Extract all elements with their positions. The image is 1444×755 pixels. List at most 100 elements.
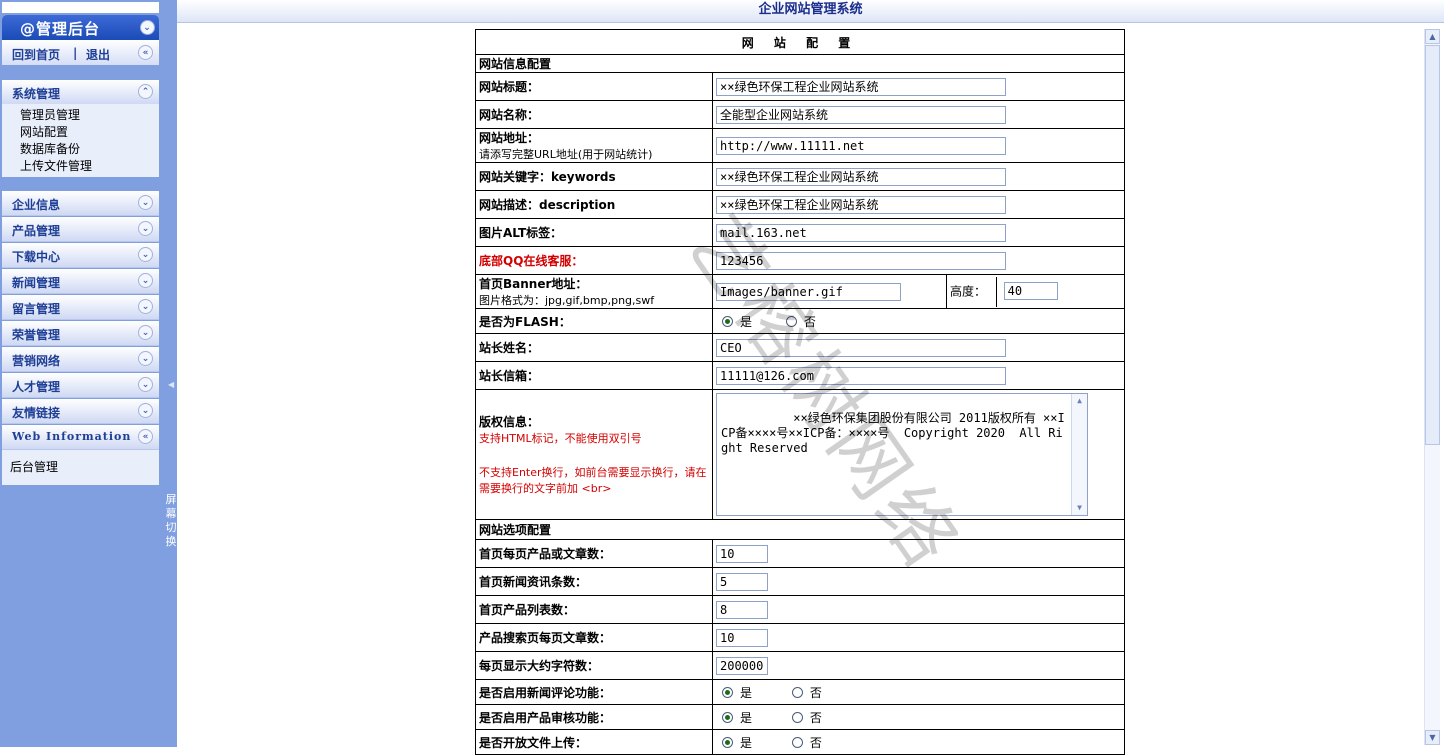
chevron-down-icon[interactable]: ⌄: [138, 247, 153, 262]
chevron-down-icon[interactable]: ⌄: [138, 273, 153, 288]
news-comment-no-radio[interactable]: [791, 686, 803, 698]
max-chars-input[interactable]: [716, 656, 768, 675]
section-info-title: 网站信息配置: [475, 54, 1125, 73]
img-alt-input[interactable]: [716, 223, 1006, 242]
menu-label: 留言管理: [12, 302, 61, 316]
site-title-input[interactable]: [716, 77, 1006, 96]
chevron-down-icon[interactable]: ⌄: [138, 351, 153, 366]
product-list-input[interactable]: [716, 600, 768, 619]
chevron-down-icon[interactable]: ⌄: [138, 221, 153, 236]
collapse-all-icon[interactable]: ⌄: [140, 20, 155, 35]
file-upload-no-radio[interactable]: [791, 736, 803, 748]
scroll-up-icon[interactable]: ▲: [1425, 29, 1440, 44]
per-page-input[interactable]: [716, 544, 768, 563]
submenu-site-config[interactable]: 网站配置: [20, 123, 68, 140]
product-audit-yes-radio[interactable]: [722, 711, 733, 723]
site-url-hint: 请添写完整URL地址(用于网站统计): [479, 148, 653, 161]
menu-system-label: 系统管理: [12, 87, 61, 101]
screen-toggle-label[interactable]: 屏幕切换: [165, 493, 177, 549]
scroll-up-icon[interactable]: ▲: [1072, 394, 1087, 408]
banner-input[interactable]: [716, 282, 901, 301]
chevron-down-icon[interactable]: ⌄: [138, 325, 153, 340]
site-url-input[interactable]: [716, 136, 1006, 155]
site-name-input[interactable]: [716, 105, 1006, 124]
owner-email-label: 站长信箱：: [475, 361, 713, 390]
double-chevron-left-icon[interactable]: «: [138, 45, 153, 60]
chevron-down-icon[interactable]: ⌄: [138, 195, 153, 210]
news-comment-yes-radio[interactable]: [722, 686, 733, 698]
menu-label: 产品管理: [12, 224, 61, 238]
menu-label: 下载中心: [12, 250, 61, 264]
banner-label-cell: 首页Banner地址： 图片格式为：jpg,gif,bmp,png,swf: [475, 274, 713, 309]
max-chars-label: 每页显示大约字符数：: [475, 651, 713, 680]
banner-height-label: 高度：: [950, 284, 987, 298]
flash-yes-radio[interactable]: [722, 315, 733, 327]
scrollbar-thumb[interactable]: [1425, 45, 1440, 445]
main-content: 企业网站管理系统 网 站 配 置 网站信息配置 网站标题： 网站名称： 网站地址…: [177, 0, 1444, 755]
triangle-left-icon[interactable]: ◀: [168, 380, 174, 389]
copyright-hint-enter: 不支持Enter换行，如前台需要显示换行，请在需要换行的文字前加 <br>: [479, 466, 707, 495]
owner-email-input[interactable]: [716, 366, 1006, 385]
quick-links: 回到首页 | 退出 «: [2, 40, 159, 65]
logout-link[interactable]: 退出: [86, 46, 110, 63]
scroll-down-icon[interactable]: ▼: [1072, 501, 1087, 515]
submenu-backend[interactable]: 后台管理: [10, 458, 58, 475]
file-upload-no-label: 否: [809, 735, 822, 750]
file-upload-yes-radio[interactable]: [722, 736, 733, 748]
admin-title: @管理后台: [20, 20, 101, 38]
menu-marketing[interactable]: 营销网络 ⌄: [2, 347, 159, 372]
copyright-textarea[interactable]: ××绿色环保集团股份有限公司 2011版权所有 ××ICP备××××号××ICP…: [716, 393, 1088, 516]
page-scrollbar[interactable]: ▲ ▼: [1424, 29, 1440, 745]
flash-label: 是否为FLASH：: [475, 308, 713, 334]
menu-label: Web Information: [12, 430, 132, 443]
menu-company-info[interactable]: 企业信息 ⌄: [2, 191, 159, 216]
double-chevron-left-icon[interactable]: «: [138, 429, 153, 444]
chevron-up-icon[interactable]: ⌃: [138, 84, 153, 99]
chevron-down-icon[interactable]: ⌄: [138, 377, 153, 392]
menu-web-information[interactable]: Web Information «: [2, 425, 159, 450]
news-count-input[interactable]: [716, 572, 768, 591]
menu-honors[interactable]: 荣誉管理 ⌄: [2, 321, 159, 346]
product-audit-no-radio[interactable]: [791, 711, 803, 723]
submenu-upload-files[interactable]: 上传文件管理: [20, 157, 92, 174]
file-upload-label: 是否开放文件上传：: [475, 729, 713, 755]
submenu-admin-manage[interactable]: 管理员管理: [20, 106, 80, 123]
file-upload-yes-label: 是: [740, 735, 753, 750]
flash-no-label: 否: [803, 314, 816, 329]
search-per-page-input[interactable]: [716, 628, 768, 647]
flash-no-radio[interactable]: [785, 315, 797, 327]
news-comment-no-label: 否: [809, 685, 822, 700]
description-label: 网站描述：description: [475, 190, 713, 219]
scroll-down-icon[interactable]: ▼: [1425, 730, 1440, 745]
menu-label: 人才管理: [12, 380, 61, 394]
menu-messages[interactable]: 留言管理 ⌄: [2, 295, 159, 320]
news-comment-label: 是否启用新闻评论功能：: [475, 679, 713, 705]
sidebar: @管理后台 ⌄ 回到首页 | 退出 « 系统管理 ⌃ 管理员管理 网站配置 数据…: [0, 0, 165, 747]
menu-label: 新闻管理: [12, 276, 61, 290]
news-count-label: 首页新闻资讯条数：: [475, 567, 713, 596]
home-link[interactable]: 回到首页: [12, 46, 60, 63]
textarea-scrollbar[interactable]: ▲ ▼: [1071, 394, 1087, 515]
keywords-input[interactable]: [716, 167, 1006, 186]
chevron-down-icon[interactable]: ⌄: [138, 403, 153, 418]
owner-name-input[interactable]: [716, 338, 1006, 357]
menu-label: 荣誉管理: [12, 328, 61, 342]
chevron-down-icon[interactable]: ⌄: [138, 299, 153, 314]
menu-friend-links[interactable]: 友情链接 ⌄: [2, 399, 159, 424]
img-alt-label: 图片ALT标签：: [475, 218, 713, 247]
qq-input[interactable]: [716, 251, 1006, 270]
web-info-submenu: 后台管理: [2, 450, 159, 485]
product-audit-yes-label: 是: [740, 710, 753, 725]
submenu-db-backup[interactable]: 数据库备份: [20, 140, 80, 157]
banner-height-input[interactable]: [1003, 282, 1058, 300]
menu-products[interactable]: 产品管理 ⌄: [2, 217, 159, 242]
description-input[interactable]: [716, 195, 1006, 214]
menu-downloads[interactable]: 下载中心 ⌄: [2, 243, 159, 268]
site-config-table: 网 站 配 置 网站信息配置 网站标题： 网站名称： 网站地址： 请添写完整UR…: [475, 29, 1125, 755]
menu-news[interactable]: 新闻管理 ⌄: [2, 269, 159, 294]
site-title-label: 网站标题：: [475, 72, 713, 101]
menu-talent[interactable]: 人才管理 ⌄: [2, 373, 159, 398]
menu-system[interactable]: 系统管理 ⌃: [2, 80, 159, 105]
link-separator: |: [73, 46, 78, 60]
banner-hint: 图片格式为：jpg,gif,bmp,png,swf: [479, 294, 655, 307]
